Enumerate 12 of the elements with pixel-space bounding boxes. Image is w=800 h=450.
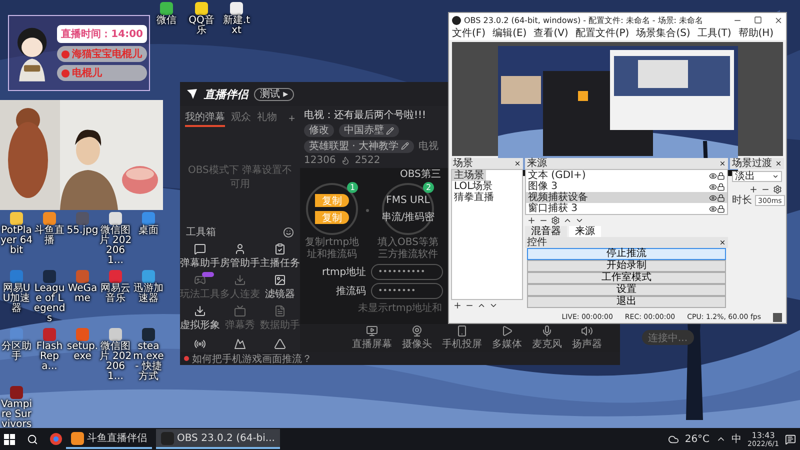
browser-icon[interactable] [50,433,62,445]
cloud-icon [668,434,679,444]
clock-time: 13:43 [752,430,775,440]
windows-icon[interactable] [4,434,15,444]
ime-indicator: 中 [732,432,742,446]
app-icon [161,432,174,444]
taskbar-app[interactable]: 斗鱼直播伴侣 [66,429,152,449]
search-icon[interactable] [27,434,38,444]
weather-text: 26°C [684,434,710,444]
app-icon [71,432,84,444]
notification-icon[interactable] [785,434,796,444]
taskbar-app[interactable]: OBS 23.0.2 (64-bi... [156,429,280,449]
